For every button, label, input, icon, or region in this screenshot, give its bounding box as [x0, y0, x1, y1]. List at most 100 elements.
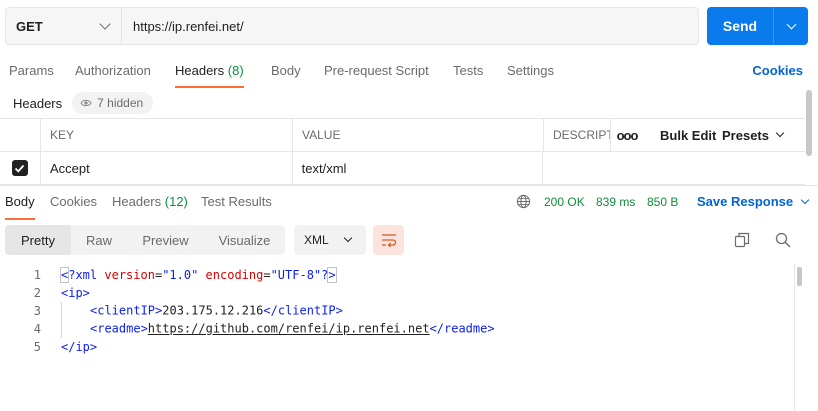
hidden-count: 7 hidden: [97, 96, 144, 110]
column-description: DESCRIPTION: [544, 119, 611, 151]
method-select[interactable]: GET: [6, 8, 122, 44]
response-body-editor[interactable]: 1 <?xml version="1.0" encoding="UTF-8"?>…: [0, 266, 795, 356]
request-tabs: Params Authorization Headers (8) Body Pr…: [0, 53, 818, 88]
url-input[interactable]: https://ip.renfei.net/: [122, 8, 698, 44]
headers-sub-bar: Headers 7 hidden: [0, 89, 800, 117]
send-button-group: Send: [707, 7, 808, 45]
tab-tests[interactable]: Tests: [453, 53, 483, 87]
send-options-button[interactable]: [773, 7, 808, 45]
code-line: 2 <ip>: [0, 284, 795, 302]
view-mode-switch: Pretty Raw Preview Visualize: [5, 225, 285, 255]
scrollbar-thumb[interactable]: [797, 267, 802, 286]
header-key-cell[interactable]: Accept: [41, 152, 293, 184]
line-content: <readme>https://github.com/renfei/ip.ren…: [41, 320, 495, 338]
editor-scrollbar[interactable]: [794, 264, 804, 411]
headers-title: Headers: [13, 95, 63, 111]
tab-label: Pre-request Script: [324, 63, 429, 78]
response-toolbar: Pretty Raw Preview Visualize XML: [0, 222, 818, 258]
client-ip-value: 203.175.12.216: [162, 303, 264, 318]
presets-label: Presets: [722, 127, 785, 143]
view-raw[interactable]: Raw: [71, 225, 127, 255]
code-line: 5 </ip>: [0, 338, 795, 356]
tab-label: Headers: [175, 63, 225, 78]
headers-table: KEY VALUE DESCRIPTION ooo Bulk Edit Pres…: [0, 118, 805, 185]
response-tabs: Body Cookies Headers (12) Test Results 2…: [0, 185, 818, 220]
line-number: 5: [33, 340, 41, 354]
view-visualize[interactable]: Visualize: [204, 225, 285, 255]
chevron-down-icon: [343, 233, 353, 243]
table-row: Accept text/xml: [0, 152, 805, 185]
tab-label: Cookies: [50, 194, 97, 209]
indent-guide: [61, 302, 90, 320]
line-content: <?xml version="1.0" encoding="UTF-8"?>: [59, 267, 337, 283]
line-content: <ip>: [61, 286, 90, 300]
response-time[interactable]: 839 ms: [596, 195, 635, 209]
table-header-row: KEY VALUE DESCRIPTION ooo Bulk Edit Pres…: [0, 119, 805, 152]
response-size[interactable]: 850 B: [647, 195, 678, 209]
tab-params[interactable]: Params: [9, 53, 54, 87]
copy-icon[interactable]: [733, 231, 751, 249]
globe-icon[interactable]: [516, 194, 531, 209]
send-button[interactable]: Send: [707, 7, 773, 45]
more-options-button[interactable]: ooo: [611, 119, 643, 151]
url-text: https://ip.renfei.net/: [133, 18, 244, 34]
line-number: 4: [33, 322, 41, 336]
chevron-down-icon: [775, 128, 785, 138]
tab-label: Test Results: [201, 194, 272, 209]
tab-label: Body: [271, 63, 301, 78]
presets-button[interactable]: Presets: [722, 119, 802, 151]
header-description-cell[interactable]: [543, 152, 805, 184]
presets-text: Presets: [722, 127, 769, 143]
view-preview[interactable]: Preview: [127, 225, 204, 255]
table-header-cell: [0, 119, 41, 151]
method-label: GET: [16, 18, 43, 34]
wrap-lines-button[interactable]: [373, 225, 404, 255]
tab-response-cookies[interactable]: Cookies: [50, 194, 97, 209]
tab-settings[interactable]: Settings: [507, 53, 554, 87]
line-content: </ip>: [61, 340, 98, 354]
chevron-down-icon: [786, 19, 796, 29]
row-checkbox-cell: [0, 152, 41, 184]
tab-count: (12): [164, 194, 188, 209]
line-number: 2: [33, 286, 41, 300]
hidden-headers-toggle[interactable]: 7 hidden: [72, 92, 154, 114]
save-response-button[interactable]: Save Response: [697, 194, 810, 209]
bulk-edit-button[interactable]: Bulk Edit: [643, 119, 722, 151]
tab-label: Authorization: [75, 63, 151, 78]
readme-link[interactable]: https://github.com/renfei/ip.renfei.net: [148, 322, 430, 336]
tab-headers[interactable]: Headers (8): [175, 53, 244, 88]
format-select[interactable]: XML: [294, 225, 366, 255]
tab-count: (8): [227, 63, 244, 78]
tab-test-results[interactable]: Test Results: [201, 194, 272, 209]
tab-label: Body: [5, 194, 35, 209]
code-line: 3 <clientIP>203.175.12.216</clientIP>: [0, 302, 795, 320]
cookies-link[interactable]: Cookies: [752, 63, 803, 78]
scrollbar-thumb[interactable]: [806, 90, 812, 156]
line-number: 1: [33, 268, 41, 282]
tab-response-body[interactable]: Body: [5, 194, 35, 220]
format-label: XML: [304, 233, 329, 247]
tab-label: Params: [9, 63, 54, 78]
code-line: 4 <readme>https://github.com/renfei/ip.r…: [0, 320, 795, 338]
tab-pre-request-script[interactable]: Pre-request Script: [324, 53, 429, 87]
headers-scrollbar[interactable]: [805, 88, 813, 184]
view-pretty[interactable]: Pretty: [5, 225, 71, 255]
chevron-down-icon: [99, 18, 111, 30]
more-icon: ooo: [616, 127, 639, 143]
search-icon[interactable]: [774, 231, 792, 249]
row-checkbox[interactable]: [11, 160, 28, 176]
header-value-cell[interactable]: text/xml: [293, 152, 544, 184]
tab-label: Headers: [112, 194, 162, 209]
status-badge[interactable]: 200 OK: [544, 195, 585, 209]
tab-response-headers[interactable]: Headers (12): [112, 194, 188, 209]
eye-icon: [80, 99, 92, 107]
column-value: VALUE: [293, 119, 544, 151]
line-number: 3: [33, 304, 41, 318]
xml-version-value: "1.0": [162, 268, 199, 282]
save-response-label: Save Response: [697, 194, 794, 209]
bulk-edit-label: Bulk Edit: [660, 127, 717, 143]
tab-body[interactable]: Body: [271, 53, 301, 87]
tab-authorization[interactable]: Authorization: [75, 53, 151, 87]
chevron-down-icon: [800, 195, 810, 204]
tab-label: Tests: [453, 63, 484, 78]
